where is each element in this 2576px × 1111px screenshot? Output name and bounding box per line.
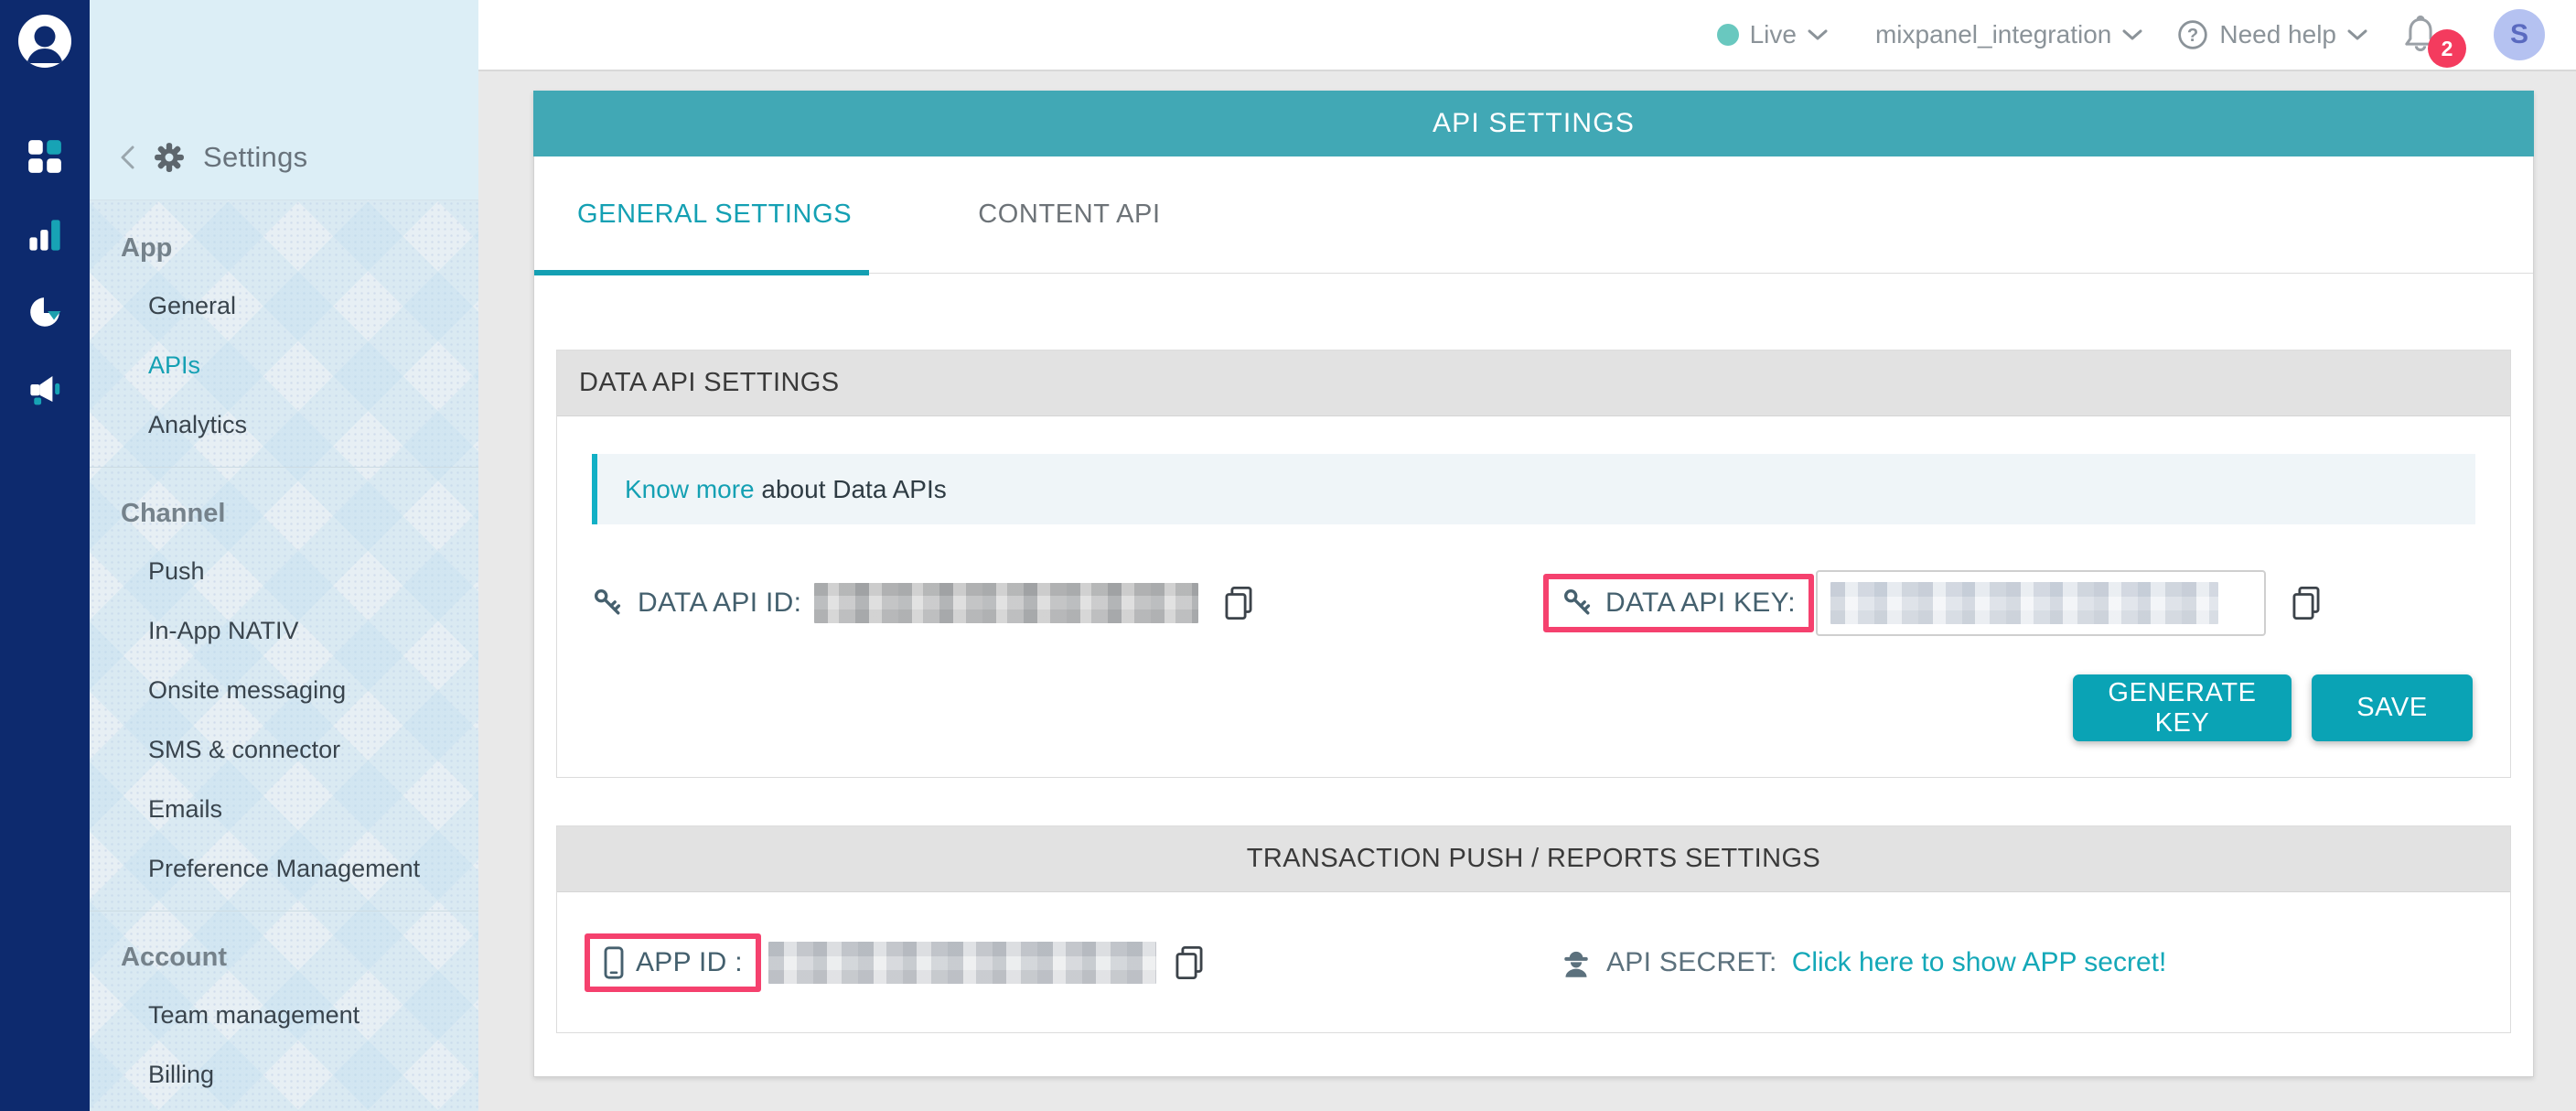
svg-text:?: ? xyxy=(2187,26,2198,46)
tab-bar: GENERAL SETTINGS CONTENT API xyxy=(534,156,2533,274)
data-api-actions: GENERATE KEY SAVE xyxy=(557,649,2510,777)
redacted-data-api-key-value xyxy=(1830,582,2218,624)
sidebar-section-channel: Channel xyxy=(90,495,478,532)
icon-rail xyxy=(0,0,90,1111)
page-background: API SETTINGS GENERAL SETTINGS CONTENT AP… xyxy=(478,71,2576,1111)
pie-chart-icon[interactable] xyxy=(27,295,62,329)
megaphone-icon[interactable] xyxy=(27,372,62,406)
know-more-banner: Know more about Data APIs xyxy=(592,454,2475,524)
back-chevron-icon[interactable] xyxy=(119,145,135,170)
dashboard-grid-icon[interactable] xyxy=(27,139,62,174)
sidebar-item-apis[interactable]: APIs xyxy=(90,348,478,383)
sidebar-item-general[interactable]: General xyxy=(90,288,478,323)
top-header: Live mixpanel_integration ? Need help 2 xyxy=(478,0,2576,71)
sidebar-item-emails[interactable]: Emails xyxy=(90,792,478,826)
transaction-reports-header: TRANSACTION PUSH / REPORTS SETTINGS xyxy=(557,826,2510,892)
mobile-phone-icon xyxy=(603,946,625,979)
brand-logo-icon[interactable] xyxy=(18,15,71,68)
sidebar-item-push[interactable]: Push xyxy=(90,554,478,588)
project-name: mixpanel_integration xyxy=(1875,20,2111,49)
sidebar-section-account: Account xyxy=(90,939,478,976)
generate-key-button[interactable]: GENERATE KEY xyxy=(2073,674,2292,741)
chevron-down-icon xyxy=(2347,28,2367,41)
settings-sidebar: Settings App General APIs Analytics Chan… xyxy=(90,0,478,1111)
data-api-id-field: DATA API ID: xyxy=(592,557,1255,649)
project-switcher[interactable]: mixpanel_integration xyxy=(1875,20,2142,49)
sidebar-section-app: App xyxy=(90,230,478,266)
notifications-bell[interactable]: 2 xyxy=(2402,9,2450,60)
highlight-data-api-key: DATA API KEY: xyxy=(1543,574,1814,632)
know-more-text: about Data APIs xyxy=(755,475,947,504)
redacted-app-id-value xyxy=(768,942,1156,984)
sidebar-header: Settings xyxy=(90,0,478,200)
notification-count-badge: 2 xyxy=(2428,29,2466,68)
api-secret-field: API SECRET: Click here to show APP secre… xyxy=(1561,947,2166,978)
key-icon xyxy=(1562,587,1594,620)
tab-general-settings[interactable]: GENERAL SETTINGS xyxy=(577,200,852,230)
user-avatar[interactable]: S xyxy=(2494,9,2545,60)
show-app-secret-link[interactable]: Click here to show APP secret! xyxy=(1792,947,2167,978)
sidebar-divider xyxy=(90,467,478,468)
chevron-down-icon xyxy=(2122,28,2142,41)
sidebar-item-inapp-nativ[interactable]: In-App NATIV xyxy=(90,613,478,648)
active-tab-underline xyxy=(534,270,869,275)
transaction-fields-row: APP ID : xyxy=(557,892,2510,1032)
sidebar-item-onsite-messaging[interactable]: Onsite messaging xyxy=(90,673,478,707)
page-title: API SETTINGS xyxy=(533,91,2534,156)
environment-switcher[interactable]: Live xyxy=(1717,20,1828,49)
data-api-fields-row: DATA API ID: xyxy=(557,557,2510,649)
need-help-menu[interactable]: ? Need help xyxy=(2177,19,2367,50)
api-settings-card: API SETTINGS GENERAL SETTINGS CONTENT AP… xyxy=(533,91,2534,1077)
data-api-key-field: DATA API KEY: xyxy=(1543,557,2323,649)
data-api-settings-panel: DATA API SETTINGS Know more about Data A… xyxy=(556,350,2511,778)
environment-label: Live xyxy=(1750,20,1797,49)
data-api-key-input[interactable] xyxy=(1816,570,2266,636)
sidebar-item-preference-management[interactable]: Preference Management xyxy=(90,851,478,886)
key-icon xyxy=(592,587,625,620)
secret-agent-icon xyxy=(1561,947,1592,978)
redacted-data-api-id-value xyxy=(814,583,1198,623)
tab-content-api[interactable]: CONTENT API xyxy=(978,200,1160,230)
api-secret-label: API SECRET: xyxy=(1606,947,1777,978)
copy-icon[interactable] xyxy=(1173,945,1206,980)
sidebar-title: Settings xyxy=(203,141,307,174)
app-window: Settings App General APIs Analytics Chan… xyxy=(0,0,2576,1111)
highlight-app-id: APP ID : xyxy=(585,933,761,992)
sidebar-item-analytics[interactable]: Analytics xyxy=(90,407,478,442)
app-id-label: APP ID : xyxy=(636,947,743,978)
app-id-field: APP ID : xyxy=(585,933,1206,992)
sidebar-menu: App General APIs Analytics Channel Push … xyxy=(90,200,478,1111)
know-more-link[interactable]: Know more xyxy=(625,475,755,504)
data-api-settings-header: DATA API SETTINGS xyxy=(557,351,2510,416)
live-status-dot xyxy=(1717,24,1739,46)
transaction-reports-panel: TRANSACTION PUSH / REPORTS SETTINGS APP … xyxy=(556,825,2511,1033)
sidebar-item-sms-connector[interactable]: SMS & connector xyxy=(90,732,478,767)
need-help-label: Need help xyxy=(2219,20,2336,49)
sidebar-item-billing[interactable]: Billing xyxy=(90,1057,478,1092)
gear-icon xyxy=(154,142,185,173)
save-button[interactable]: SAVE xyxy=(2312,674,2473,741)
data-api-id-label: DATA API ID: xyxy=(638,588,801,619)
copy-icon[interactable] xyxy=(1222,586,1255,620)
copy-icon[interactable] xyxy=(2290,586,2323,620)
help-question-icon: ? xyxy=(2177,19,2208,50)
bar-chart-icon[interactable] xyxy=(27,218,62,253)
chevron-down-icon xyxy=(1808,28,1828,41)
data-api-key-label: DATA API KEY: xyxy=(1605,588,1796,619)
sidebar-item-team-management[interactable]: Team management xyxy=(90,998,478,1032)
